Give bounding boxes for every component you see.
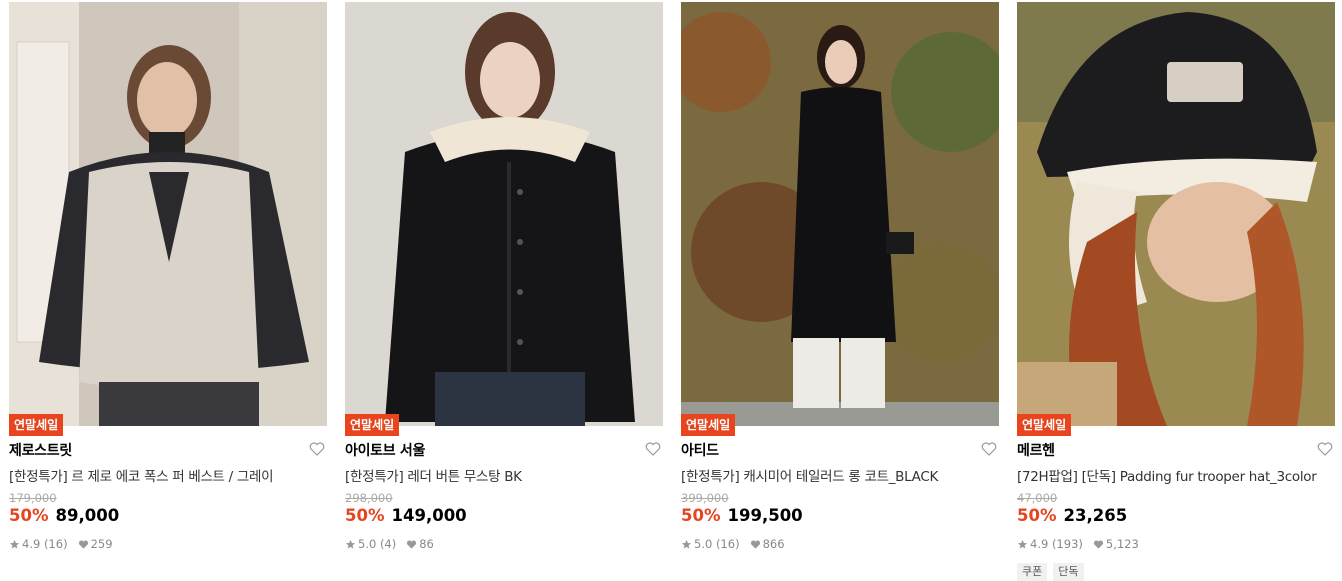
sale-price: 199,500 <box>727 506 803 525</box>
product-title[interactable]: [한정특가] 캐시미어 테일러드 롱 코트_BLACK <box>681 465 999 485</box>
star-icon <box>681 539 692 549</box>
like-count: 866 <box>762 537 785 551</box>
discount-rate: 50% <box>345 506 385 525</box>
rating: 5.0 (16) <box>694 537 740 551</box>
sale-badge: 연말세일 <box>345 414 400 436</box>
product-stats: 5.0 (16) 866 <box>681 537 785 551</box>
brand-name[interactable]: 아티드 <box>681 440 719 460</box>
sale-price: 149,000 <box>391 506 467 525</box>
original-price: 179,000 <box>9 491 57 505</box>
product-image[interactable] <box>1017 2 1335 426</box>
rating: 4.9 (16) <box>22 537 68 551</box>
original-price: 399,000 <box>681 491 729 505</box>
product-stats: 5.0 (4) 86 <box>345 537 434 551</box>
sale-price: 89,000 <box>55 506 120 525</box>
rating: 4.9 (193) <box>1030 537 1083 551</box>
price-line: 50% 89,000 <box>9 506 119 525</box>
product-card[interactable]: 연말세일 아이토브 서울 [한정특가] 레더 버튼 무스탕 BK 298,000… <box>345 0 663 578</box>
product-photo-fur-vest <box>9 2 327 426</box>
product-photo-trooper-hat <box>1017 2 1335 426</box>
like-count: 86 <box>419 537 434 551</box>
product-card[interactable]: 연말세일 제로스트릿 [한정특가] 르 제로 에코 폭스 퍼 베스트 / 그레이… <box>9 0 327 578</box>
product-stats: 4.9 (193) 5,123 <box>1017 537 1139 551</box>
product-photo-long-coat <box>681 2 999 426</box>
brand-name[interactable]: 제로스트릿 <box>9 440 72 460</box>
brand-name[interactable]: 아이토브 서울 <box>345 440 425 460</box>
like-count: 5,123 <box>1105 537 1139 551</box>
sale-price: 23,265 <box>1063 506 1128 525</box>
sale-badge: 연말세일 <box>9 414 64 436</box>
discount-rate: 50% <box>1017 506 1057 525</box>
product-image[interactable] <box>9 2 327 426</box>
price-line: 50% 149,000 <box>345 506 467 525</box>
product-image[interactable] <box>681 2 999 426</box>
product-image[interactable] <box>345 2 663 426</box>
like-heart-icon <box>78 540 88 549</box>
star-icon <box>1017 539 1028 549</box>
coupon-tag: 쿠폰 <box>1017 563 1048 581</box>
product-photo-leather-jacket <box>345 2 663 426</box>
heart-icon[interactable] <box>645 441 661 457</box>
like-count: 259 <box>90 537 113 551</box>
sale-badge: 연말세일 <box>1017 414 1072 436</box>
heart-icon[interactable] <box>981 441 997 457</box>
brand-name[interactable]: 메르헨 <box>1017 440 1055 460</box>
discount-rate: 50% <box>681 506 721 525</box>
sale-badge: 연말세일 <box>681 414 736 436</box>
product-title[interactable]: [한정특가] 레더 버튼 무스탕 BK <box>345 465 663 485</box>
product-card[interactable]: 연말세일 아티드 [한정특가] 캐시미어 테일러드 롱 코트_BLACK 399… <box>681 0 999 578</box>
like-heart-icon <box>407 540 417 549</box>
like-heart-icon <box>1093 540 1103 549</box>
price-line: 50% 23,265 <box>1017 506 1127 525</box>
product-stats: 4.9 (16) 259 <box>9 537 113 551</box>
product-title[interactable]: [한정특가] 르 제로 에코 폭스 퍼 베스트 / 그레이 <box>9 465 327 485</box>
heart-icon[interactable] <box>309 441 325 457</box>
price-line: 50% 199,500 <box>681 506 803 525</box>
star-icon <box>345 539 356 549</box>
like-heart-icon <box>750 540 760 549</box>
exclusive-tag: 단독 <box>1053 563 1084 581</box>
rating: 5.0 (4) <box>358 537 397 551</box>
original-price: 298,000 <box>345 491 393 505</box>
product-grid: 연말세일 제로스트릿 [한정특가] 르 제로 에코 폭스 퍼 베스트 / 그레이… <box>0 0 1342 581</box>
heart-icon[interactable] <box>1317 441 1333 457</box>
star-icon <box>9 539 20 549</box>
product-card[interactable]: 연말세일 메르헨 [72H팝업] [단독] Padding fur troope… <box>1017 0 1335 581</box>
tag-list: 쿠폰 단독 <box>1017 563 1090 581</box>
original-price: 47,000 <box>1017 491 1058 505</box>
discount-rate: 50% <box>9 506 49 525</box>
product-title[interactable]: [72H팝업] [단독] Padding fur trooper hat_3co… <box>1017 465 1335 485</box>
